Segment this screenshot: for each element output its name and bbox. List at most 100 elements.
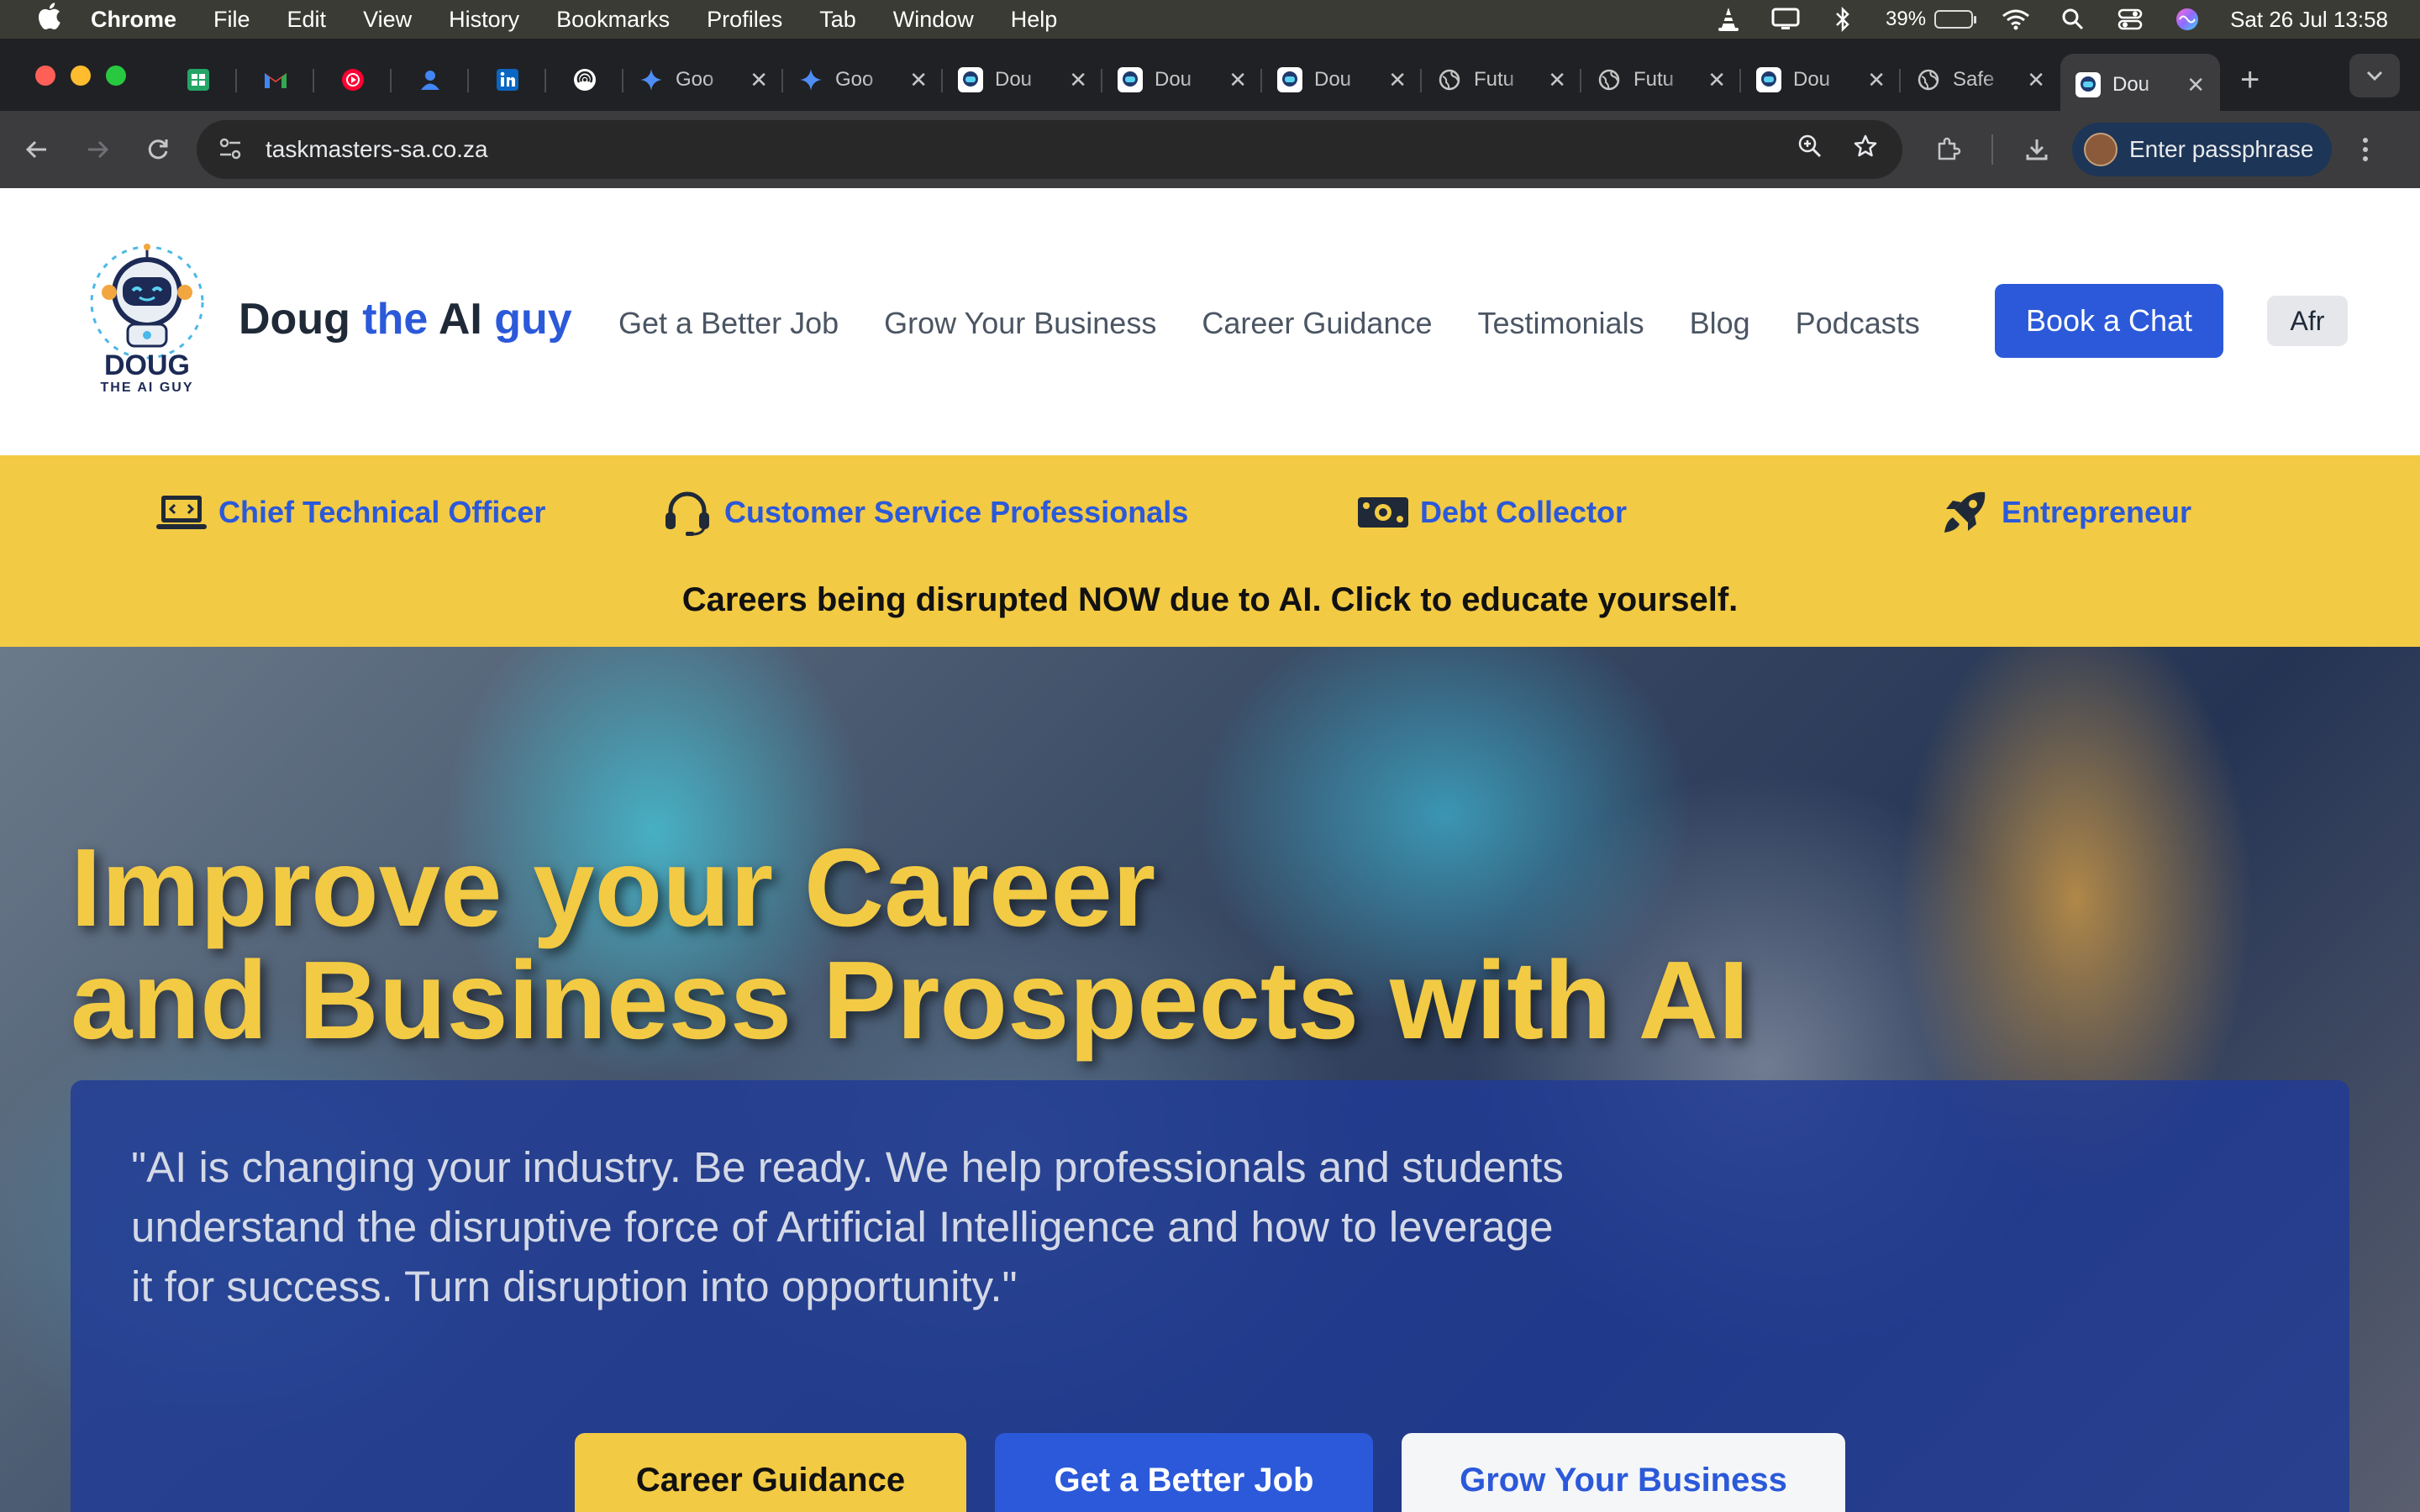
- bookmark-star-icon[interactable]: [1849, 134, 1882, 165]
- tab-close-icon[interactable]: ✕: [1548, 67, 1566, 93]
- siri-icon[interactable]: [2173, 7, 2202, 32]
- nav-testimonials[interactable]: Testimonials: [1478, 306, 1644, 341]
- career-link-entrepreneur[interactable]: Entrepreneur: [1938, 489, 2191, 536]
- reload-button[interactable]: [134, 126, 182, 173]
- web-page: DOUG THE AI GUY Doug the AI guy Get a Be…: [0, 188, 2420, 1512]
- tab-close-icon[interactable]: ✕: [750, 67, 768, 93]
- menu-help[interactable]: Help: [1011, 7, 1058, 33]
- tab-close-icon[interactable]: ✕: [1867, 67, 1886, 93]
- spotlight-search-icon[interactable]: [2059, 7, 2087, 32]
- tab-pinned-linkedin[interactable]: [469, 54, 546, 106]
- nav-get-a-better-job[interactable]: Get a Better Job: [618, 306, 839, 341]
- address-bar[interactable]: taskmasters-sa.co.za: [197, 120, 1902, 179]
- gmail-icon: [263, 67, 288, 92]
- menu-window[interactable]: Window: [893, 7, 974, 33]
- nav-career-guidance[interactable]: Career Guidance: [1202, 306, 1432, 341]
- menu-tab[interactable]: Tab: [819, 7, 856, 33]
- tab-safe[interactable]: Safe ✕: [1901, 54, 2060, 106]
- tab-pinned-gmail[interactable]: [237, 54, 314, 106]
- forward-button[interactable]: [74, 126, 121, 173]
- tab-future-1[interactable]: Futu ✕: [1422, 54, 1581, 106]
- career-label: Entrepreneur: [2002, 495, 2192, 529]
- brand-name[interactable]: Doug the AI guy: [239, 294, 572, 344]
- tab-close-icon[interactable]: ✕: [2186, 72, 2205, 98]
- tab-doug-1[interactable]: Dou ✕: [943, 54, 1102, 106]
- menu-profiles[interactable]: Profiles: [707, 7, 782, 33]
- brand-word-3: AI: [428, 295, 482, 344]
- profile-button[interactable]: Enter passphrase: [2072, 123, 2333, 176]
- hero-quote: "AI is changing your industry. Be ready.…: [131, 1143, 1564, 1310]
- battery-indicator[interactable]: 39%: [1886, 8, 1977, 31]
- tab-doug-3[interactable]: Dou ✕: [1262, 54, 1422, 106]
- minimize-window-button[interactable]: [71, 66, 91, 86]
- chrome-menu-icon[interactable]: [2345, 129, 2386, 170]
- career-guidance-button[interactable]: Career Guidance: [575, 1433, 966, 1512]
- book-a-chat-button[interactable]: Book a Chat: [1995, 284, 2223, 358]
- arrow-left-icon: [25, 140, 46, 159]
- chrome-toolbar: taskmasters-sa.co.za Enter passphrase: [0, 111, 2420, 188]
- tab-search-button[interactable]: [2349, 54, 2400, 97]
- menu-edit[interactable]: Edit: [287, 7, 327, 33]
- new-tab-button[interactable]: +: [2240, 61, 2260, 99]
- tab-close-icon[interactable]: ✕: [1388, 67, 1407, 93]
- tab-pinned-sheets[interactable]: [160, 54, 237, 106]
- tab-close-icon[interactable]: ✕: [2027, 67, 2045, 93]
- career-link-customer-service[interactable]: Customer Service Professionals: [660, 489, 1188, 536]
- tab-future-2[interactable]: Futu ✕: [1581, 54, 1741, 106]
- tab-pinned-youtube-music[interactable]: [314, 54, 392, 106]
- tab-close-icon[interactable]: ✕: [1069, 67, 1087, 93]
- language-toggle-button[interactable]: Afr: [2267, 296, 2348, 346]
- tab-pinned-contacts[interactable]: [392, 54, 469, 106]
- career-link-cto[interactable]: Chief Technical Officer: [155, 489, 545, 536]
- hero-title: Improve your Career and Business Prospec…: [71, 832, 1749, 1057]
- brand-word-4: guy: [481, 295, 572, 344]
- grow-your-business-button[interactable]: Grow Your Business: [1402, 1433, 1845, 1512]
- tab-close-icon[interactable]: ✕: [909, 67, 928, 93]
- doug-favicon: [1277, 67, 1302, 92]
- reload-icon: [148, 139, 168, 160]
- downloads-icon[interactable]: [2017, 129, 2057, 170]
- nav-podcasts[interactable]: Podcasts: [1796, 306, 1920, 341]
- extensions-icon[interactable]: [1928, 129, 1968, 170]
- tab-close-icon[interactable]: ✕: [1228, 67, 1247, 93]
- menu-history[interactable]: History: [449, 7, 519, 33]
- disrupted-careers-banner[interactable]: Chief Technical Officer Customer Service…: [0, 455, 2420, 647]
- career-link-debt-collector[interactable]: Debt Collector: [1356, 489, 1627, 536]
- back-button[interactable]: [13, 126, 60, 173]
- podcast-icon: [572, 67, 597, 92]
- tab-gemini-1[interactable]: Goo ✕: [623, 54, 783, 106]
- tab-gemini-2[interactable]: Goo ✕: [783, 54, 943, 106]
- menu-bookmarks[interactable]: Bookmarks: [556, 7, 670, 33]
- zoom-icon[interactable]: [1793, 134, 1827, 165]
- hero-title-line-2: and Business Prospects with AI: [71, 938, 1749, 1062]
- bluetooth-icon[interactable]: [1828, 7, 1857, 32]
- zoom-window-button[interactable]: [106, 66, 126, 86]
- get-a-better-job-button[interactable]: Get a Better Job: [995, 1433, 1373, 1512]
- nav-grow-your-business[interactable]: Grow Your Business: [884, 306, 1156, 341]
- tab-doug-4[interactable]: Dou ✕: [1741, 54, 1901, 106]
- tab-pinned-podcast[interactable]: [546, 54, 623, 106]
- tab-doug-2[interactable]: Dou ✕: [1102, 54, 1262, 106]
- menu-app-chrome[interactable]: Chrome: [91, 7, 176, 33]
- apple-menu-icon[interactable]: [32, 2, 66, 37]
- wifi-icon[interactable]: [2002, 7, 2030, 32]
- banner-message[interactable]: Careers being disrupted NOW due to AI. C…: [0, 581, 2420, 619]
- tab-close-icon[interactable]: ✕: [1707, 67, 1726, 93]
- doug-favicon: [958, 67, 983, 92]
- control-center-icon[interactable]: [2116, 7, 2144, 32]
- url-text[interactable]: taskmasters-sa.co.za: [266, 136, 1771, 163]
- hero-section: Improve your Career and Business Prospec…: [0, 647, 2420, 1512]
- display-icon[interactable]: [1771, 7, 1800, 32]
- nav-blog[interactable]: Blog: [1690, 306, 1750, 341]
- menu-file[interactable]: File: [213, 7, 250, 33]
- tab-doug-active[interactable]: Dou ✕: [2060, 54, 2220, 116]
- site-info-icon[interactable]: [217, 135, 245, 164]
- brand-word-1: Doug: [239, 295, 350, 344]
- doug-logo[interactable]: DOUG THE AI GUY: [84, 244, 210, 395]
- menubar-clock[interactable]: Sat 26 Jul 13:58: [2230, 7, 2388, 33]
- close-window-button[interactable]: [35, 66, 55, 86]
- menu-view[interactable]: View: [363, 7, 412, 33]
- rocket-icon: [1938, 489, 1991, 536]
- doug-favicon: [2075, 72, 2101, 97]
- vlc-cone-icon[interactable]: [1714, 7, 1743, 32]
